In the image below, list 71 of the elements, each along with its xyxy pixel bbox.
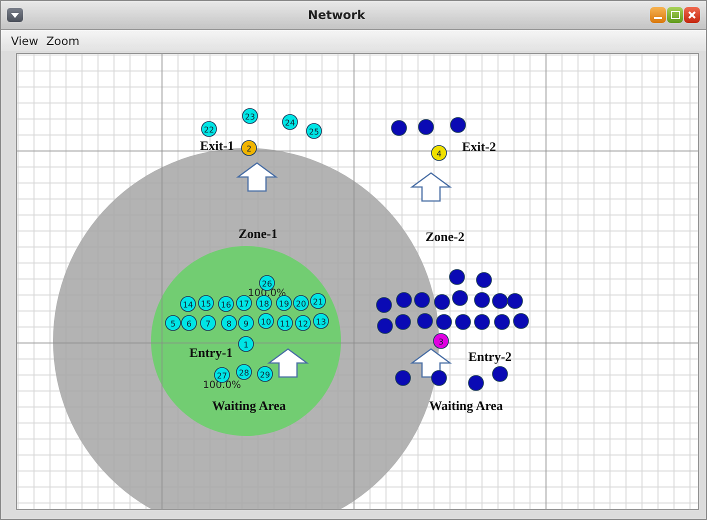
arrow-icon <box>236 162 278 192</box>
node-marker[interactable]: 2 <box>241 140 257 156</box>
node-marker[interactable]: 8 <box>221 315 237 331</box>
node-marker[interactable]: 1 <box>238 336 254 352</box>
zone-label: Zone-2 <box>426 229 464 244</box>
node-marker[interactable] <box>436 314 452 330</box>
node-marker[interactable] <box>376 297 392 313</box>
node-marker[interactable] <box>455 314 471 330</box>
node-marker[interactable] <box>434 294 450 310</box>
node-marker[interactable]: 28 <box>236 364 252 380</box>
node-marker[interactable]: 19 <box>276 295 292 311</box>
node-marker[interactable]: 6 <box>181 315 197 331</box>
node-marker[interactable]: 16 <box>218 296 234 312</box>
menu-item[interactable]: View <box>11 34 38 48</box>
node-marker[interactable]: 22 <box>201 121 217 137</box>
node-marker[interactable]: 3 <box>433 333 449 349</box>
node-marker[interactable] <box>418 119 434 135</box>
node-marker[interactable]: 9 <box>238 315 254 331</box>
node-marker[interactable]: 13 <box>313 313 329 329</box>
place-label: Entry-2 <box>468 349 512 364</box>
node-marker[interactable]: 25 <box>306 123 322 139</box>
arrow-icon <box>410 172 452 202</box>
node-marker[interactable] <box>474 292 490 308</box>
place-label: Exit-1 <box>200 138 234 153</box>
place-label: Waiting Area <box>212 398 286 413</box>
percent-reading: 100.0% <box>202 380 242 391</box>
place-label: Waiting Area <box>429 398 503 413</box>
node-marker[interactable] <box>417 313 433 329</box>
node-marker[interactable] <box>395 314 411 330</box>
node-marker[interactable]: 7 <box>200 315 216 331</box>
node-marker[interactable] <box>492 293 508 309</box>
node-marker[interactable] <box>494 314 510 330</box>
node-marker[interactable]: 15 <box>198 295 214 311</box>
node-marker[interactable] <box>468 375 484 391</box>
window-title: Network <box>306 8 366 22</box>
node-marker[interactable]: 17 <box>236 295 252 311</box>
node-marker[interactable]: 5 <box>165 315 181 331</box>
node-marker[interactable]: 21 <box>310 293 326 309</box>
node-marker[interactable]: 18 <box>256 295 272 311</box>
node-marker[interactable]: 14 <box>180 296 196 312</box>
node-marker[interactable] <box>396 292 412 308</box>
node-marker[interactable] <box>476 272 492 288</box>
node-marker[interactable] <box>474 314 490 330</box>
node-marker[interactable]: 12 <box>295 315 311 331</box>
node-marker[interactable]: 23 <box>242 108 258 124</box>
node-marker[interactable] <box>414 292 430 308</box>
node-marker[interactable] <box>450 117 466 133</box>
node-marker[interactable]: 10 <box>258 313 274 329</box>
node-marker[interactable] <box>452 290 468 306</box>
window-menu-button[interactable] <box>7 8 23 22</box>
zone-label: Zone-1 <box>238 226 278 241</box>
node-marker[interactable] <box>449 269 465 285</box>
maximize-button[interactable] <box>667 7 683 23</box>
place-label: Exit-2 <box>462 139 496 154</box>
close-icon <box>687 10 697 20</box>
node-marker[interactable]: 29 <box>257 366 273 382</box>
close-button[interactable] <box>684 7 700 23</box>
node-marker[interactable] <box>431 370 447 386</box>
node-marker[interactable] <box>507 293 523 309</box>
node-marker[interactable] <box>513 313 529 329</box>
node-marker[interactable]: 24 <box>282 114 298 130</box>
node-marker[interactable] <box>391 120 407 136</box>
node-marker[interactable]: 4 <box>431 145 447 161</box>
node-marker[interactable]: 11 <box>277 315 293 331</box>
node-marker[interactable] <box>377 318 393 334</box>
node-marker[interactable] <box>492 366 508 382</box>
minimize-button[interactable] <box>650 7 666 23</box>
node-marker[interactable] <box>395 370 411 386</box>
node-marker[interactable]: 20 <box>293 295 309 311</box>
place-label: Entry-1 <box>189 345 233 360</box>
menu-item[interactable]: Zoom <box>46 34 80 48</box>
